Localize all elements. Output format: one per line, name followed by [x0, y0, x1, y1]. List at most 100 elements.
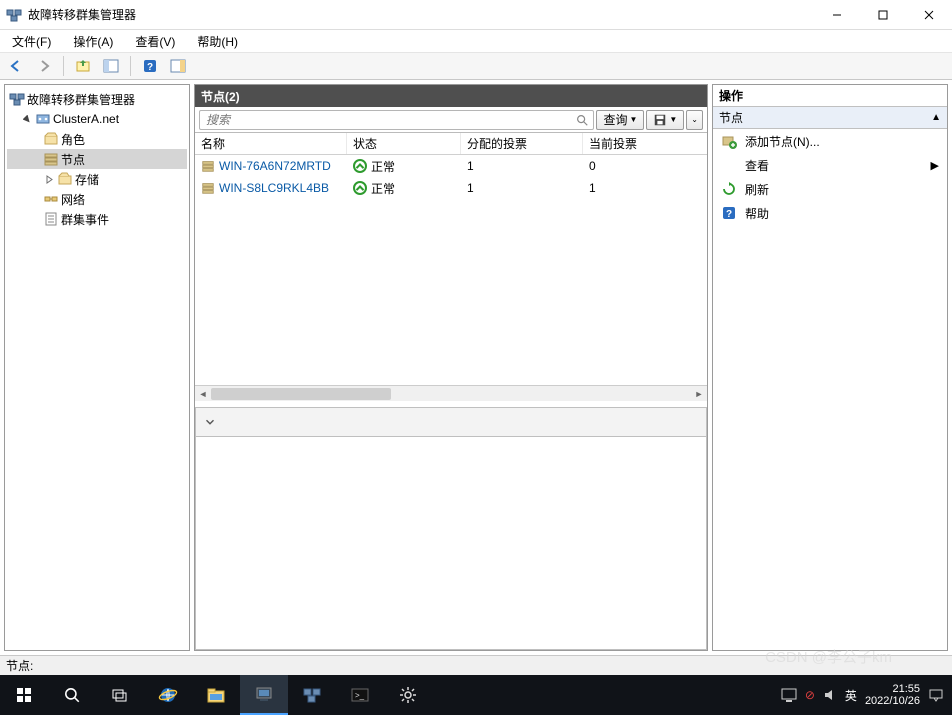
horizontal-scrollbar[interactable]: ◄ ► — [195, 385, 707, 401]
chevron-down-icon: ▼ — [629, 115, 637, 124]
node-icon — [201, 159, 215, 173]
tray-network-icon[interactable]: ⊘ — [805, 688, 815, 702]
title-bar: 故障转移群集管理器 — [0, 0, 952, 30]
refresh-icon — [721, 181, 737, 197]
events-icon — [43, 211, 59, 227]
close-button[interactable] — [906, 0, 952, 30]
tray-notifications-icon[interactable] — [928, 687, 944, 703]
back-button[interactable] — [4, 55, 28, 77]
actions-heading: 操作 — [713, 85, 947, 107]
action-view[interactable]: 查看 ▶ — [713, 153, 947, 177]
show-hide-tree-button[interactable] — [99, 55, 123, 77]
action-refresh[interactable]: 刷新 — [713, 177, 947, 201]
expand-toggle-icon[interactable] — [43, 173, 55, 185]
menu-help[interactable]: 帮助(H) — [193, 31, 242, 52]
taskbar-settings[interactable] — [384, 675, 432, 715]
start-button[interactable] — [0, 675, 48, 715]
cluster-icon — [35, 111, 51, 127]
tree-storage-label: 存储 — [75, 171, 99, 188]
content-toolbar: 查询▼ ▼ ⌄ — [195, 107, 707, 133]
tree-nodes[interactable]: 节点 — [7, 149, 187, 169]
toolbar: ? — [0, 52, 952, 80]
col-name[interactable]: 名称 — [195, 133, 347, 154]
taskbar: >_ ⊘ 英 21:55 2022/10/26 — [0, 675, 952, 715]
tree-events[interactable]: 群集事件 — [7, 209, 187, 229]
tree-root-label: 故障转移群集管理器 — [27, 91, 135, 108]
save-icon — [653, 113, 667, 127]
taskbar-cmd[interactable]: >_ — [336, 675, 384, 715]
ime-indicator[interactable]: 英 — [845, 687, 857, 704]
menu-bar: 文件(F) 操作(A) 查看(V) 帮助(H) — [0, 30, 952, 52]
detail-panel-body — [195, 436, 707, 650]
show-hide-actions-button[interactable] — [166, 55, 190, 77]
help-icon: ? — [721, 205, 737, 221]
menu-action[interactable]: 操作(A) — [69, 31, 117, 52]
assigned-weight: 1 — [461, 159, 583, 173]
taskbar-explorer[interactable] — [192, 675, 240, 715]
table-body: WIN-76A6N72MRTD 正常 10 WIN-S8LC9RKL4BB正常11 — [195, 155, 707, 385]
navigation-tree: 故障转移群集管理器 ClusterA.net 角色 节点 存储 — [4, 84, 190, 651]
menu-view[interactable]: 查看(V) — [131, 31, 179, 52]
taskbar-search[interactable] — [48, 675, 96, 715]
taskbar-clock[interactable]: 21:55 2022/10/26 — [865, 683, 920, 707]
actions-section-label: 节点 — [719, 109, 743, 126]
tray-volume-icon[interactable] — [823, 688, 837, 702]
action-add-node[interactable]: 添加节点(N)... — [713, 129, 947, 153]
node-state: 正常 — [371, 180, 395, 197]
scrollbar-thumb[interactable] — [211, 388, 391, 400]
help-button[interactable]: ? — [138, 55, 162, 77]
action-help[interactable]: ? 帮助 — [713, 201, 947, 225]
more-button[interactable]: ⌄ — [686, 110, 703, 130]
current-weight: 0 — [583, 159, 707, 173]
cluster-manager-icon — [9, 91, 25, 107]
add-node-icon — [721, 133, 737, 149]
status-label: 节点: — [6, 657, 33, 674]
search-input[interactable] — [204, 112, 575, 128]
node-state: 正常 — [371, 158, 395, 175]
taskbar-ie[interactable] — [144, 675, 192, 715]
clock-date: 2022/10/26 — [865, 695, 920, 707]
tree-roles-label: 角色 — [61, 131, 85, 148]
col-assigned[interactable]: 分配的投票 — [461, 133, 583, 154]
status-ok-icon — [353, 181, 367, 195]
chevron-down-icon — [196, 415, 224, 429]
tree-cluster[interactable]: ClusterA.net — [7, 109, 187, 129]
query-button[interactable]: 查询▼ — [596, 110, 644, 130]
node-name: WIN-76A6N72MRTD — [219, 159, 331, 173]
col-current[interactable]: 当前投票 — [583, 133, 707, 154]
column-headers: 名称 状态 分配的投票 当前投票 — [195, 133, 707, 155]
action-refresh-label: 刷新 — [745, 181, 769, 198]
minimize-button[interactable] — [814, 0, 860, 30]
detail-panel-header[interactable] — [195, 407, 707, 437]
forward-button[interactable] — [32, 55, 56, 77]
scroll-right-icon[interactable]: ► — [691, 387, 707, 401]
search-icon[interactable] — [575, 113, 589, 127]
clock-time: 21:55 — [865, 683, 920, 695]
scroll-left-icon[interactable]: ◄ — [195, 387, 211, 401]
svg-text:?: ? — [147, 62, 153, 73]
taskbar-server-manager[interactable] — [240, 675, 288, 715]
tray-taskview-icon[interactable] — [781, 688, 797, 702]
tree-root[interactable]: 故障转移群集管理器 — [7, 89, 187, 109]
maximize-button[interactable] — [860, 0, 906, 30]
expand-toggle-icon[interactable] — [21, 113, 33, 125]
tree-roles[interactable]: 角色 — [7, 129, 187, 149]
table-row[interactable]: WIN-76A6N72MRTD 正常 10 — [195, 155, 707, 177]
taskbar-cluster-manager[interactable] — [288, 675, 336, 715]
search-box[interactable] — [199, 110, 594, 130]
menu-file[interactable]: 文件(F) — [8, 31, 55, 52]
tree-cluster-label: ClusterA.net — [53, 112, 119, 126]
tree-storage[interactable]: 存储 — [7, 169, 187, 189]
tree-network[interactable]: 网络 — [7, 189, 187, 209]
chevron-down-icon: ⌄ — [691, 115, 698, 124]
actions-section-header[interactable]: 节点 ▲ — [713, 107, 947, 129]
content-heading: 节点(2) — [195, 85, 707, 107]
nodes-icon — [43, 151, 59, 167]
table-row[interactable]: WIN-S8LC9RKL4BB正常11 — [195, 177, 707, 199]
network-icon — [43, 191, 59, 207]
task-view-button[interactable] — [96, 675, 144, 715]
tree-network-label: 网络 — [61, 191, 85, 208]
save-button[interactable]: ▼ — [646, 110, 684, 130]
col-state[interactable]: 状态 — [347, 133, 461, 154]
up-button[interactable] — [71, 55, 95, 77]
